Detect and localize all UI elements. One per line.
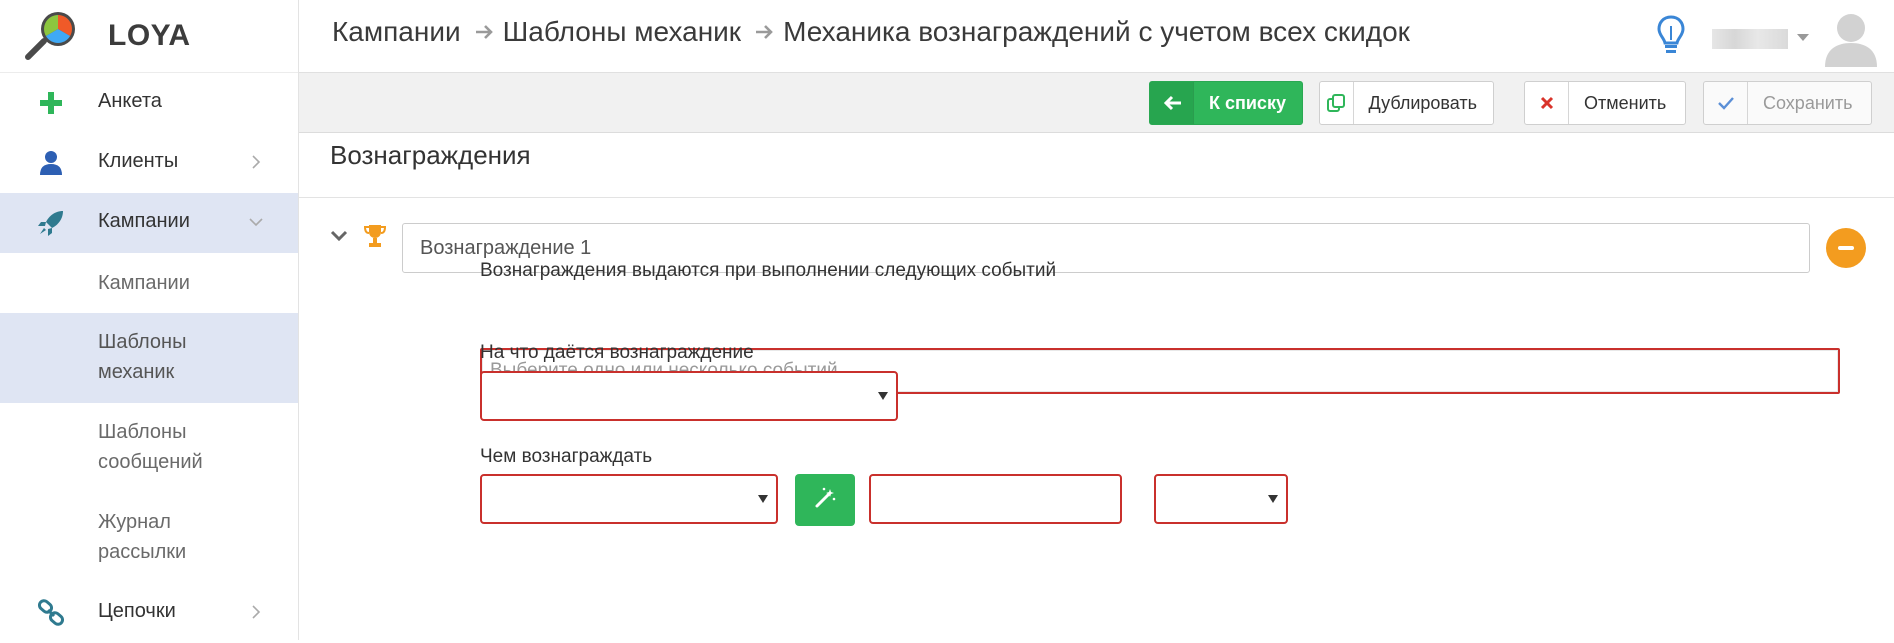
sidebar-item-label: Цепочки xyxy=(98,600,176,623)
sidebar: LOYA Анкета Клиенты Кампании xyxy=(0,0,299,640)
sidebar-subitem-message-templates[interactable]: Шаблоны сообщений xyxy=(0,403,298,493)
target-label: На что даётся вознаграждение xyxy=(480,342,754,364)
close-icon xyxy=(1525,82,1569,124)
lightbulb-icon[interactable] xyxy=(1656,14,1686,56)
action-toolbar: К списку Дублировать Отменить Сохранить xyxy=(299,73,1894,133)
plus-icon xyxy=(36,90,66,116)
reward-amount-input[interactable] xyxy=(869,474,1122,524)
breadcrumb-mechanic-templates[interactable]: Шаблоны механик xyxy=(503,16,741,48)
caret-down-icon xyxy=(1268,495,1278,503)
reward-type-select[interactable] xyxy=(480,474,778,524)
magic-wand-icon xyxy=(813,486,837,515)
chevron-down-icon[interactable] xyxy=(329,228,349,244)
top-header: Кампании Шаблоны механик Механика вознаг… xyxy=(299,0,1894,73)
chevron-right-icon xyxy=(247,603,265,621)
reward-with-label: Чем вознаграждать xyxy=(480,446,652,468)
app-name: LOYA xyxy=(108,19,191,53)
sidebar-item-label: Шаблоны сообщений xyxy=(98,417,228,477)
sidebar-item-label: Анкета xyxy=(98,90,162,113)
sidebar-item-chains[interactable]: Цепочки xyxy=(0,583,298,643)
arrow-right-icon xyxy=(475,23,495,41)
sidebar-subitem-campaigns[interactable]: Кампании xyxy=(0,253,298,313)
cancel-button[interactable]: Отменить xyxy=(1524,81,1686,125)
save-button[interactable]: Сохранить xyxy=(1703,81,1872,125)
events-label: Вознаграждения выдаются при выполнении с… xyxy=(480,260,1056,282)
sidebar-item-clients[interactable]: Клиенты xyxy=(0,133,298,193)
logo[interactable]: LOYA xyxy=(0,0,298,73)
caret-down-icon xyxy=(878,392,888,400)
magic-wand-button[interactable] xyxy=(795,474,855,526)
link-icon xyxy=(36,600,66,626)
divider xyxy=(299,197,1894,198)
section-title: Вознаграждения xyxy=(330,140,531,171)
user-icon xyxy=(36,150,66,176)
sidebar-item-label: Журнал рассылки xyxy=(98,507,228,567)
sidebar-item-label: Клиенты xyxy=(98,150,178,173)
remove-reward-button[interactable] xyxy=(1826,228,1866,268)
header-user-area xyxy=(1614,0,1894,73)
sidebar-item-label: Кампании xyxy=(98,268,190,298)
user-name-blurred[interactable] xyxy=(1712,29,1788,49)
breadcrumb: Кампании Шаблоны механик Механика вознаг… xyxy=(332,16,1410,48)
sidebar-item-questionnaire[interactable]: Анкета xyxy=(0,73,298,133)
avatar[interactable] xyxy=(1823,9,1879,67)
target-select[interactable] xyxy=(480,371,898,421)
chevron-right-icon xyxy=(247,153,265,171)
chevron-down-icon xyxy=(247,213,265,231)
copy-icon xyxy=(1320,82,1354,124)
breadcrumb-current: Механика вознаграждений с учетом всех ск… xyxy=(783,16,1410,48)
reward-unit-select[interactable] xyxy=(1154,474,1288,524)
rocket-icon xyxy=(36,210,66,236)
sidebar-subitem-mechanic-templates[interactable]: Шаблоны механик xyxy=(0,313,298,403)
main-content: Вознаграждения Вознаграждение 1 Вознагра… xyxy=(299,133,1894,640)
check-icon xyxy=(1704,82,1748,124)
minus-icon xyxy=(1838,246,1854,250)
back-to-list-button[interactable]: К списку xyxy=(1149,81,1303,125)
sidebar-item-campaigns[interactable]: Кампании xyxy=(0,193,298,253)
trophy-icon xyxy=(363,223,387,249)
caret-down-icon xyxy=(758,495,768,503)
duplicate-button[interactable]: Дублировать xyxy=(1319,81,1494,125)
arrow-left-icon xyxy=(1150,82,1194,124)
sidebar-item-label: Шаблоны механик xyxy=(98,327,228,387)
caret-down-icon[interactable] xyxy=(1797,34,1809,41)
arrow-right-icon xyxy=(755,23,775,41)
loya-logo-icon xyxy=(22,10,86,62)
breadcrumb-campaigns[interactable]: Кампании xyxy=(332,16,461,48)
sidebar-item-label: Кампании xyxy=(98,210,190,233)
sidebar-subitem-mailing-log[interactable]: Журнал рассылки xyxy=(0,493,298,583)
